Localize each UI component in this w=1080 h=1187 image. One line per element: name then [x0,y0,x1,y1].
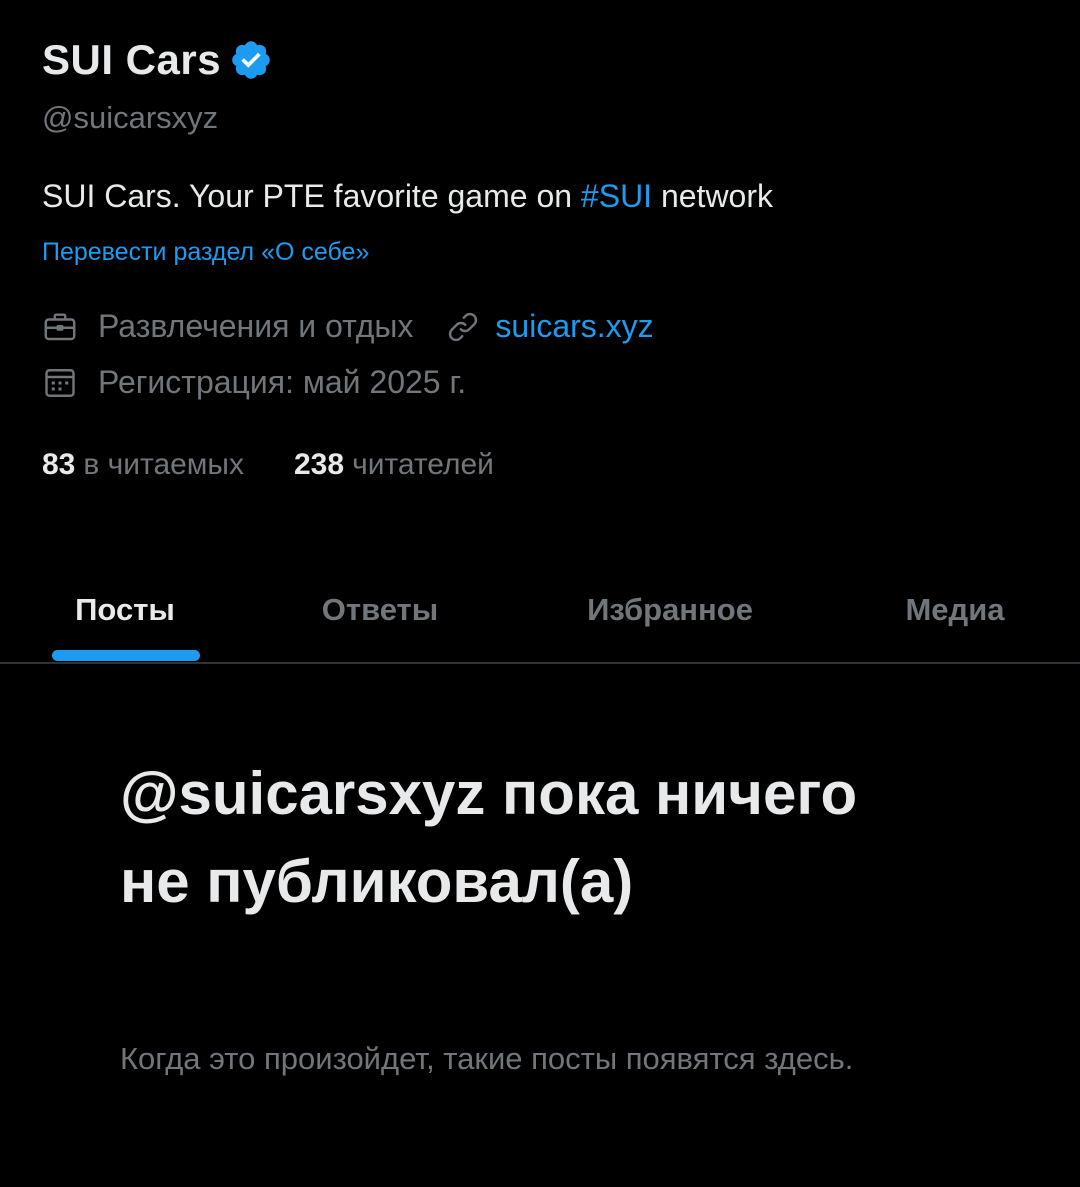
profile-joined-date: Регистрация: май 2025 г. [98,364,467,400]
active-tab-indicator [52,650,200,661]
bio-text-end: network [652,178,773,214]
bio-text: SUI Cars. Your PTE favorite game on [42,178,581,214]
empty-state-title: @suicarsxyz пока ничего не публиковал(а) [120,760,858,915]
tab-media[interactable]: Медиа [830,560,1080,660]
profile-category: Развлечения и отдых [98,308,414,344]
profile-stats: 83 в читаемых 238 читателей [42,448,494,482]
tab-replies[interactable]: Ответы [250,560,510,660]
calendar-icon [42,365,78,401]
bio-hashtag-link[interactable]: #SUI [581,178,652,214]
following-label: в читаемых [83,448,244,481]
followers-stat[interactable]: 238 читателей [294,448,494,482]
profile-handle: @suicarsxyz [42,100,219,135]
translate-bio-link[interactable]: Перевести раздел «О себе» [42,238,369,267]
empty-state-subtitle: Когда это произойдет, такие посты появят… [120,1041,854,1076]
followers-label: читателей [352,448,494,481]
verified-badge-icon[interactable] [229,38,273,82]
followers-count: 238 [294,448,345,481]
profile-display-name: SUI Cars [42,36,222,83]
tabs-divider [0,662,1080,664]
profile-website-link[interactable]: suicars.xyz [495,308,653,345]
following-count: 83 [42,448,76,481]
briefcase-icon [42,309,78,345]
tab-likes[interactable]: Избранное [520,560,820,660]
profile-meta-row: Развлечения и отдых suicars.xyz [42,308,654,345]
tab-posts[interactable]: Посты [0,560,250,660]
link-icon [445,309,481,345]
profile-name-row: SUI Cars [42,30,273,90]
profile-tabs: Посты Ответы Избранное Медиа [0,560,1080,664]
profile-joined-row: Регистрация: май 2025 г. [42,364,466,401]
profile-bio: SUI Cars. Your PTE favorite game on #SUI… [42,178,773,215]
following-stat[interactable]: 83 в читаемых [42,448,244,482]
